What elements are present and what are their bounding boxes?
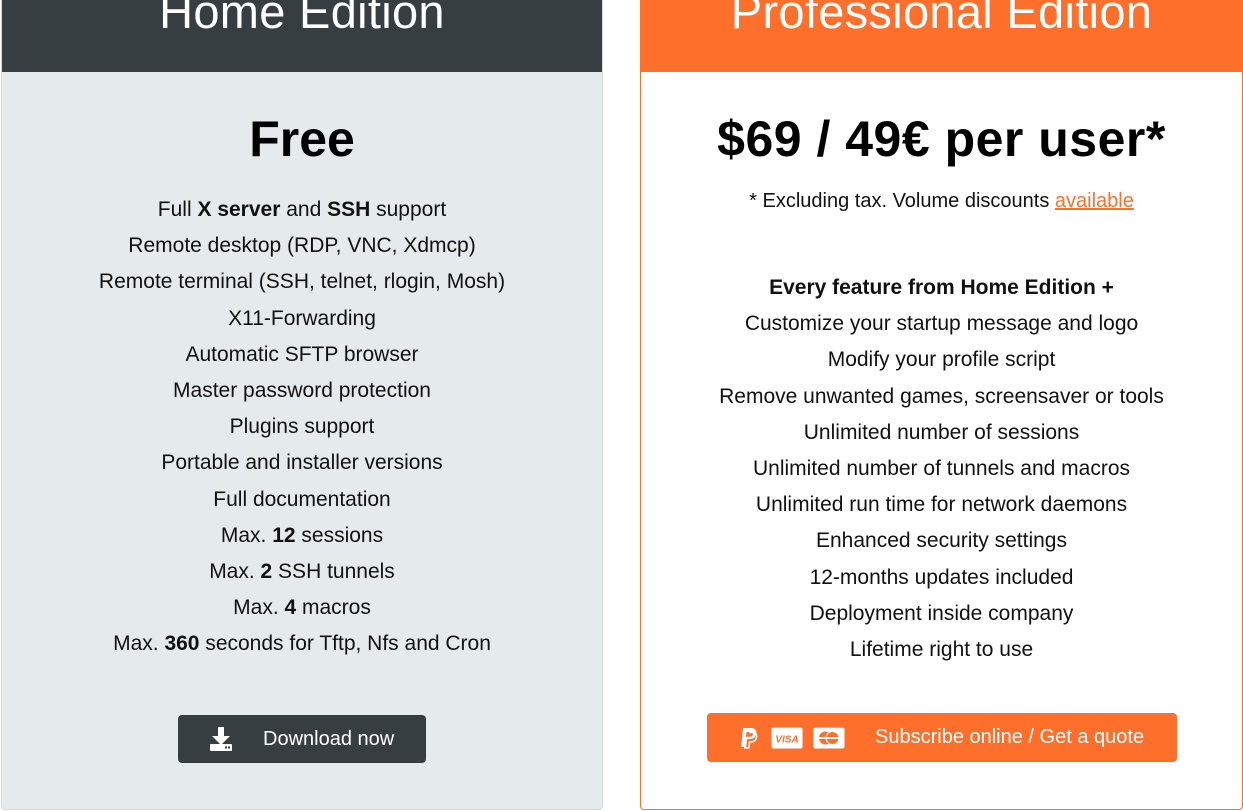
feature-text: Every feature from Home Edition + [769,276,1114,299]
home-feature-item: Full documentation [2,482,602,518]
subscribe-online-button[interactable]: VISA Subscribe online / Get a quote [707,713,1177,762]
feature-text: Enhanced security settings [816,529,1067,553]
feature-text: Max. [209,559,261,583]
feature-text: Portable and installer versions [161,451,443,475]
feature-text: SSH [327,198,371,221]
feature-text: Unlimited number of tunnels and macros [752,456,1130,480]
feature-text: Automatic SFTP browser [185,342,419,366]
feature-text: X server [197,198,281,221]
professional-feature-item: Unlimited number of sessions [641,415,1242,451]
professional-edition-card: Professional Edition $69 / 49€ per user*… [640,0,1243,810]
download-now-button[interactable]: Download now [178,715,426,763]
professional-feature-list: Every feature from Home Edition + Customi… [641,270,1242,668]
professional-feature-item: Unlimited number of tunnels and macros [641,451,1242,487]
download-now-label: Download now [263,728,395,750]
feature-text: sessions [295,523,384,547]
home-edition-header: Home Edition [2,0,602,72]
price-note-text: * Excluding tax. Volume discounts [749,190,1055,212]
professional-feature-item: Modify your profile script [641,342,1242,378]
feature-text: support [370,198,447,221]
subscribe-online-label: Subscribe online / Get a quote [875,726,1145,748]
feature-text: 2 [260,559,273,583]
feature-text: Modify your profile script [827,348,1056,372]
professional-feature-item: Every feature from Home Edition + [641,270,1242,306]
home-feature-list: Full X server and SSH support Remote desk… [2,192,602,662]
home-feature-item: Remote terminal (SSH, telnet, rlogin, Mo… [2,264,602,300]
feature-text: Full documentation [213,487,391,511]
feature-text: 12 [272,523,296,547]
home-feature-item: Max. 4 macros [2,590,602,626]
feature-text: Max. [233,596,285,620]
professional-feature-item: 12-months updates included [641,560,1242,596]
professional-feature-item: Enhanced security settings [641,523,1242,559]
feature-text: Full [157,198,198,221]
feature-text: Remote terminal (SSH, telnet, rlogin, Mo… [98,270,506,294]
feature-text: X11-Forwarding [228,306,376,330]
home-feature-item: Master password protection [2,373,602,409]
payment-icons: VISA [737,725,845,751]
feature-text: Plugins support [229,415,375,439]
home-feature-item: Remote desktop (RDP, VNC, Xdmcp) [2,228,602,264]
feature-text: SSH tunnels [272,559,395,583]
professional-feature-item: Customize your startup message and logo [641,306,1242,342]
feature-text: Deployment inside company [809,601,1074,625]
home-feature-item: Max. 360 seconds for Tftp, Nfs and Cron [2,626,602,662]
price-note: * Excluding tax. Volume discounts availa… [641,190,1242,213]
home-feature-item: Portable and installer versions [2,445,602,481]
professional-feature-item: Lifetime right to use [641,632,1242,668]
home-feature-item: X11-Forwarding [2,301,602,337]
home-feature-item: Automatic SFTP browser [2,337,602,373]
feature-text: 4 [284,596,297,620]
feature-text: Remove unwanted games, screensaver or to… [719,384,1164,408]
feature-text: Lifetime right to use [849,637,1034,661]
feature-text: seconds for Tftp, Nfs and Cron [199,632,491,656]
visa-text: VISA [775,735,798,746]
feature-text: Remote desktop (RDP, VNC, Xdmcp) [128,234,476,258]
paypal-icon [737,726,761,750]
home-edition-card: Home Edition Free Full X server and SSH … [1,0,603,810]
feature-text: 12-months updates included [809,565,1074,589]
home-feature-item: Plugins support [2,409,602,445]
visa-icon: VISA [771,727,803,749]
feature-text: Unlimited run time for network daemons [755,493,1128,517]
feature-text: macros [296,596,371,620]
professional-edition-header: Professional Edition [641,0,1242,72]
home-feature-item: Max. 12 sessions [2,518,602,554]
professional-price: $69 / 49€ per user* [717,111,1166,167]
download-icon [208,726,234,752]
professional-feature-item: Deployment inside company [641,596,1242,632]
professional-feature-item: Remove unwanted games, screensaver or to… [641,379,1242,415]
home-edition-title: Home Edition [159,0,445,38]
home-feature-item: Max. 2 SSH tunnels [2,554,602,590]
professional-feature-item: Unlimited run time for network daemons [641,487,1242,523]
home-price: Free [249,111,355,167]
feature-text: 360 [164,632,200,656]
feature-text: Unlimited number of sessions [803,420,1080,444]
professional-edition-title: Professional Edition [730,0,1153,38]
feature-text: Max. [220,523,273,547]
feature-text: Max. [113,632,165,656]
volume-discounts-link[interactable]: available [1055,190,1134,212]
feature-text: and [280,198,328,221]
mastercard-icon [813,727,845,749]
home-feature-item: Full X server and SSH support [2,192,602,228]
feature-text: Customize your startup message and logo [744,312,1139,336]
feature-text: Master password protection [173,378,431,402]
